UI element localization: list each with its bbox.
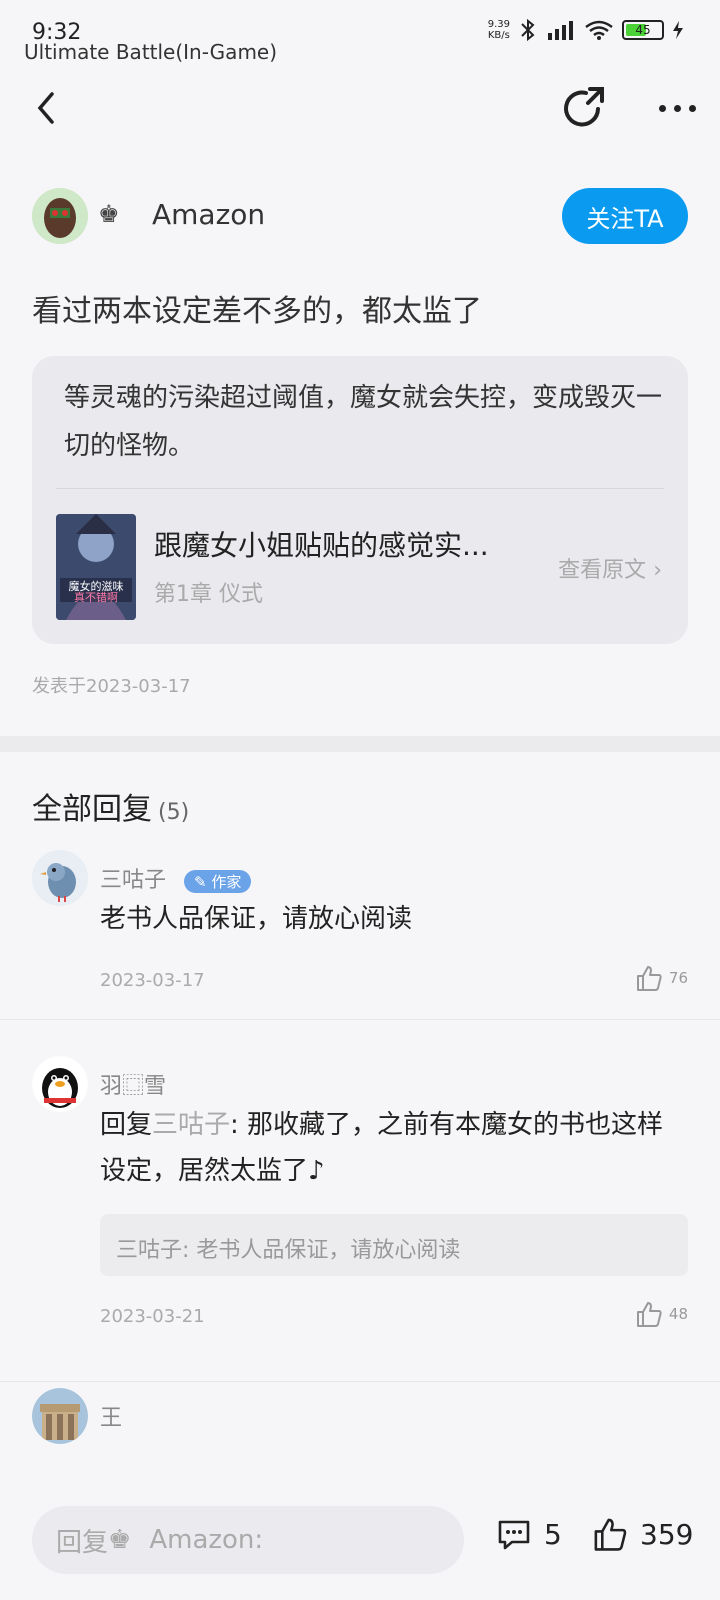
- comment-item: 羽​⿴雪 回复三咕子: 那收藏了，之前有本魔女的书也这样设定，居然太监了♪ 三咕…: [0, 1056, 720, 1382]
- divider: [0, 1019, 720, 1020]
- crown-icon: ♚: [108, 1525, 132, 1555]
- author-badge: ✎ 作家: [184, 869, 252, 893]
- replies-count: (5): [158, 800, 190, 825]
- crown-icon: ♚: [98, 200, 120, 228]
- book-chapter: 第1章 仪式: [154, 582, 263, 607]
- post-text: 看过两本设定差不多的，都太监了: [32, 294, 482, 329]
- section-divider: [0, 736, 720, 752]
- top-nav-bar: [0, 74, 720, 144]
- bluetooth-icon: [521, 18, 535, 42]
- comment-like-button[interactable]: 48: [635, 1300, 688, 1328]
- commenter-name-label: 三咕子: [100, 868, 167, 893]
- book-title[interactable]: 跟魔女小姐贴贴的感觉实...: [154, 524, 489, 564]
- comment-text: 老书人品保证，请放心阅读: [100, 904, 413, 934]
- view-original-label: 查看原文: [558, 558, 647, 583]
- comment-date: 2023-03-21: [100, 1306, 205, 1327]
- author-row: ♚ Amazon 关注TA: [32, 186, 688, 246]
- battery-icon: 45: [622, 20, 664, 40]
- author-badge-label: 作家: [211, 872, 242, 891]
- comment-count: 5: [544, 1517, 562, 1551]
- comment-item: 三咕子 ✎ 作家 老书人品保证，请放心阅读 2023-03-17 76: [0, 850, 720, 1020]
- dot-icon: [688, 104, 696, 112]
- commenter-name[interactable]: 三咕子 ✎ 作家: [100, 862, 252, 894]
- bottom-action-bar: 回复 ♚ Amazon: 5 359: [0, 1480, 720, 1600]
- replies-header: 全部回复 (5): [32, 784, 189, 828]
- chevron-right-icon: ›: [653, 558, 662, 583]
- like-count: 48: [668, 1305, 688, 1323]
- reply-prefix: 回复: [100, 1110, 153, 1140]
- like-count: 76: [668, 969, 688, 987]
- network-speed-value: 9.39: [487, 19, 510, 30]
- view-original-link[interactable]: 查看原文 ›: [558, 552, 662, 584]
- network-speed-unit: KB/s: [487, 30, 510, 41]
- more-options-button[interactable]: [652, 88, 702, 128]
- signal-icon: [548, 21, 573, 40]
- chevron-left-icon: [37, 92, 54, 124]
- commenter-avatar[interactable]: [32, 1056, 88, 1112]
- share-button[interactable]: [560, 84, 610, 134]
- commenter-avatar[interactable]: [32, 850, 88, 906]
- post-date: 发表于2023-03-17: [32, 676, 191, 697]
- like-count: 359: [640, 1517, 694, 1551]
- reply-input[interactable]: 回复 ♚ Amazon:: [32, 1506, 464, 1574]
- divider: [56, 488, 664, 489]
- like-button[interactable]: 359: [592, 1516, 693, 1552]
- battery-level: 45: [635, 23, 651, 37]
- comment-item: 王: [0, 1388, 720, 1468]
- comment-bubble-icon: [498, 1520, 530, 1550]
- feather-icon: ✎: [194, 872, 212, 891]
- commenter-name[interactable]: 王: [100, 1400, 122, 1432]
- dot-icon: [673, 104, 681, 112]
- status-icons: 9.39 KB/s 45: [488, 18, 684, 42]
- divider: [0, 1381, 720, 1382]
- quoted-comment[interactable]: 三咕子: 老书人品保证，请放心阅读: [100, 1214, 688, 1276]
- book-cover-image[interactable]: 魔女的滋味 真不错啊: [56, 514, 136, 620]
- commenter-avatar[interactable]: [32, 1388, 88, 1444]
- follow-button[interactable]: 关注TA: [562, 188, 688, 244]
- comment-date: 2023-03-17: [100, 970, 205, 991]
- share-arrow-icon: [564, 87, 604, 127]
- wifi-icon: [585, 20, 613, 40]
- commenter-name[interactable]: 羽​⿴雪: [100, 1068, 166, 1100]
- author-name[interactable]: Amazon: [152, 198, 265, 231]
- reply-input-prefix: 回复: [56, 1527, 109, 1558]
- thumbs-up-icon: [594, 1518, 627, 1551]
- network-speed: 9.39 KB/s: [488, 19, 510, 41]
- quote-text: 等灵魂的污染超过阈值，魔女就会失控，变成毁灭一切的怪物。: [64, 383, 663, 461]
- thumbs-up-icon: [636, 966, 662, 991]
- mention-link[interactable]: 三咕子: [152, 1110, 230, 1140]
- svg-text:真不错啊: 真不错啊: [74, 590, 118, 604]
- back-button[interactable]: [24, 86, 68, 130]
- dot-icon: [658, 104, 666, 112]
- charging-icon: [673, 21, 683, 39]
- status-app-label: Ultimate Battle(In-Game): [24, 40, 278, 64]
- status-bar: 9:32 Ultimate Battle(In-Game) 9.39 KB/s …: [0, 0, 720, 66]
- quote-card[interactable]: 等灵魂的污染超过阈值，魔女就会失控，变成毁灭一切的怪物。 魔女的滋味 真不错啊 跟…: [32, 356, 688, 644]
- comment-text: 回复三咕子: 那收藏了，之前有本魔女的书也这样设定，居然太监了♪: [100, 1102, 680, 1194]
- replies-title: 全部回复: [32, 792, 152, 827]
- comments-button[interactable]: 5: [496, 1516, 562, 1552]
- author-avatar[interactable]: [32, 188, 88, 244]
- reply-input-target: Amazon:: [149, 1525, 264, 1555]
- thumbs-up-icon: [636, 1302, 662, 1327]
- comment-like-button[interactable]: 76: [635, 964, 688, 992]
